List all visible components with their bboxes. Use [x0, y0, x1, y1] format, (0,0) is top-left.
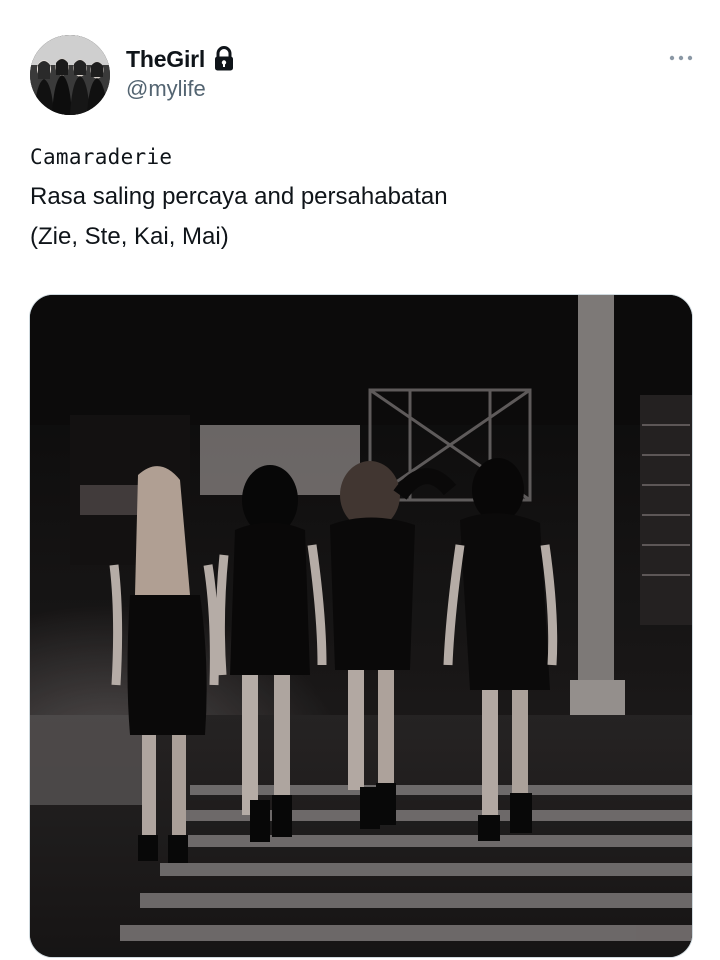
tweet-text-line: Rasa saling percaya and persahabatan [30, 183, 448, 210]
photo-image [30, 295, 692, 957]
tweet-photo[interactable] [29, 294, 693, 958]
tweet-card[interactable]: TheGirl @mylife Camaraderie Rasa saling … [0, 0, 720, 960]
lock-icon [213, 46, 235, 72]
display-name[interactable]: TheGirl [126, 46, 205, 73]
avatar-image [30, 35, 110, 115]
user-handle[interactable]: @mylife [126, 76, 235, 102]
author-names: TheGirl @mylife [126, 42, 235, 102]
display-name-row: TheGirl [126, 42, 235, 76]
tweet-text: Camaraderie Rasa saling percaya and pers… [30, 142, 690, 254]
more-horizontal-icon[interactable] [668, 50, 694, 66]
tweet-text-line: (Zie, Ste, Kai, Mai) [30, 223, 229, 250]
tweet-text-line: Camaraderie [30, 145, 173, 169]
avatar[interactable] [30, 35, 110, 115]
